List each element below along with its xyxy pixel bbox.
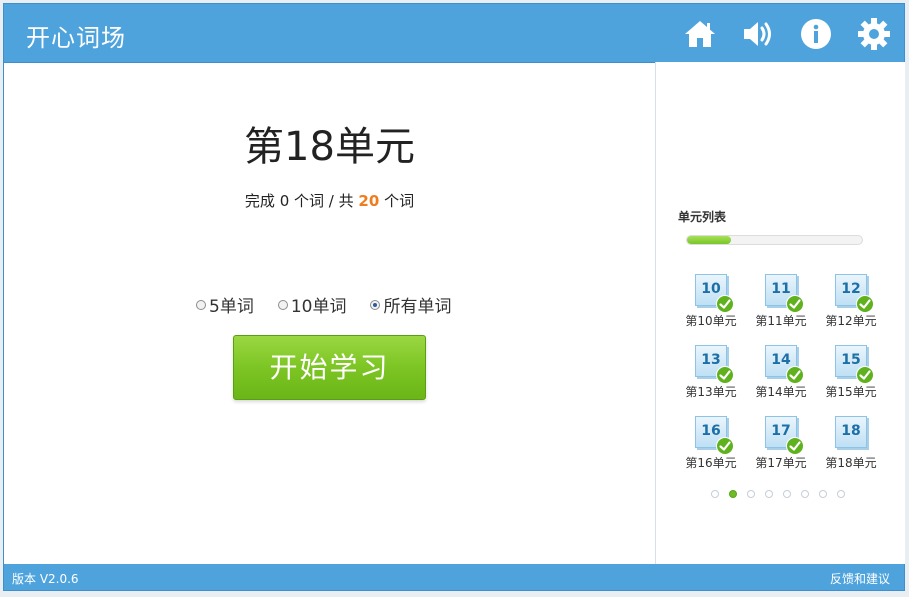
progress-prefix: 完成 [244,192,275,210]
volume-icon[interactable] [741,17,775,51]
page-dot[interactable] [747,490,755,498]
check-icon [786,295,804,313]
option-label: 10单词 [290,297,347,317]
unit-item[interactable]: 15 第15单元 [816,345,886,400]
progress-suffix: 个词 [384,192,415,210]
unit-book-icon: 12 [835,274,874,313]
check-icon [716,366,734,384]
unit-book-icon: 18 [835,416,867,448]
app-title: 开心词场 [26,24,126,52]
gear-icon[interactable] [857,17,891,51]
radio-button[interactable] [277,299,288,310]
check-icon [856,366,874,384]
radio-button[interactable] [196,299,206,310]
unit-item[interactable]: 11 第11单元 [746,274,816,329]
status-bar: 版本 V2.0.6 反馈和建议 [4,564,904,590]
check-icon [786,437,804,455]
option-10-words[interactable]: 10单词 [277,292,347,317]
check-icon [716,295,734,313]
option-5-words[interactable]: 5单词 [196,292,254,317]
unit-number: 18 [841,423,861,439]
unit-label: 第17单元 [755,456,807,470]
unit-label: 第12单元 [825,314,877,328]
unit-item[interactable]: 13 第13单元 [676,345,746,400]
info-icon[interactable] [799,17,833,51]
unit-label: 第11单元 [755,314,807,328]
check-icon [856,295,874,313]
main-panel: 第18单元 完成 0 个词 / 共 20 个词 5单词 10单词 所有单词 开始… [4,62,655,564]
page-dot[interactable] [801,490,809,498]
unit-label: 第18单元 [825,456,877,470]
unit-item[interactable]: 12 第12单元 [816,274,886,329]
unit-book-icon: 11 [765,274,804,313]
total-count: 20 [358,192,380,210]
page-dot[interactable] [729,490,737,498]
feedback-link[interactable]: 反馈和建议 [830,570,890,587]
page-dot[interactable] [711,490,719,498]
done-count: 0 [279,192,290,210]
progress-fill [687,236,731,244]
option-label: 所有单词 [383,297,452,317]
word-count-options: 5单词 10单词 所有单词 [196,292,451,317]
start-study-button[interactable]: 开始学习 [233,335,426,400]
unit-book-icon: 10 [695,274,734,313]
home-icon[interactable] [683,17,717,51]
page-dot[interactable] [837,490,845,498]
option-label: 5单词 [209,297,254,317]
option-all-words[interactable]: 所有单词 [370,292,451,317]
unit-title: 第18单元 [244,124,415,170]
unit-item[interactable]: 10 第10单元 [676,274,746,329]
unit-item[interactable]: 17 第17单元 [746,416,816,471]
page-dot[interactable] [819,490,827,498]
unit-label: 第15单元 [825,385,877,399]
unit-label: 第13单元 [685,385,737,399]
page-dot[interactable] [765,490,773,498]
unit-book-icon: 15 [835,345,874,384]
unit-book-icon: 17 [765,416,804,455]
word-progress: 完成 0 个词 / 共 20 个词 [4,190,655,211]
unit-book-icon: 16 [695,416,734,455]
unit-item[interactable]: 16 第16单元 [676,416,746,471]
page-dot[interactable] [783,490,791,498]
unit-item[interactable]: 14 第14单元 [746,345,816,400]
unit-list-progress-bar [686,235,863,245]
unit-book-icon: 14 [765,345,804,384]
unit-label: 第14单元 [755,385,807,399]
page-indicator [711,490,845,498]
unit-list-title: 单元列表 [678,210,727,224]
check-icon [716,437,734,455]
radio-button[interactable] [370,299,381,310]
unit-item[interactable]: 18 第18单元 [816,416,886,471]
progress-middle: 个词 / 共 [294,192,354,210]
unit-book-icon: 13 [695,345,734,384]
unit-grid: 10 第10单元 11 第11单元 12 第12单元 13 第13单元 14 第14单元 15 第15… [676,274,886,471]
unit-label: 第10单元 [685,314,737,328]
unit-list-panel: 单元列表 10 第10单元 11 第11单元 12 第12单元 13 第13单元 14 第14单元… [655,62,905,564]
check-icon [786,366,804,384]
app-window: 开心词场 第18单元 完成 0 个词 / 共 20 个词 5单词 10单词 所有… [3,3,905,591]
unit-label: 第16单元 [685,456,737,470]
title-bar: 开心词场 [4,4,904,63]
version-label: 版本 V2.0.6 [12,572,79,586]
